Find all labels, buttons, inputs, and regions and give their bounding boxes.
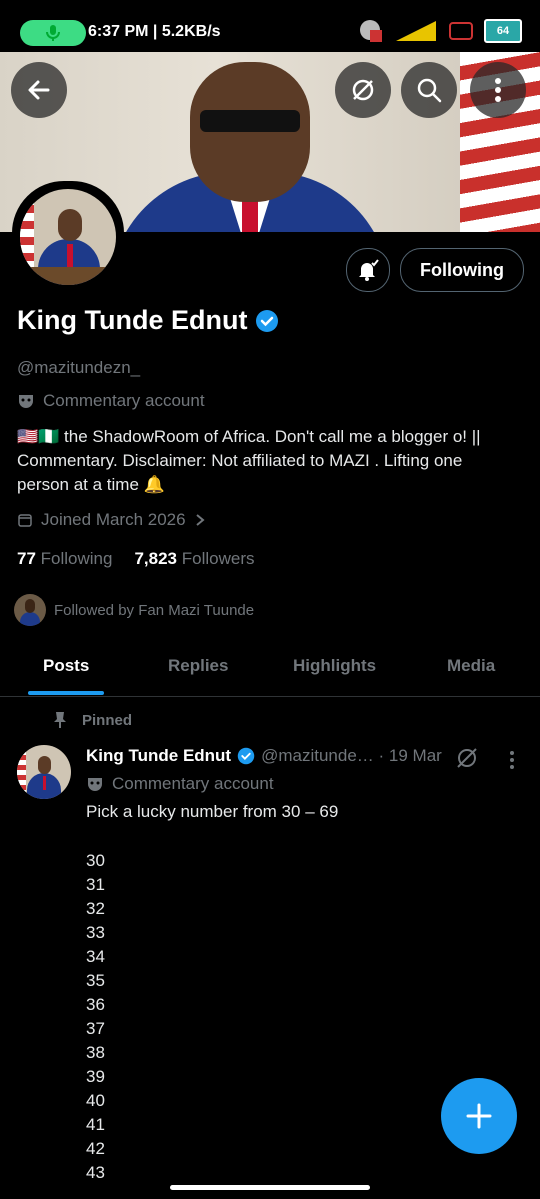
number-item: 42: [86, 1139, 105, 1158]
profile-bio: 🇺🇸🇳🇬 the ShadowRoom of Africa. Don't cal…: [17, 427, 481, 494]
number-item: 37: [86, 1019, 105, 1038]
more-options-button[interactable]: [470, 62, 526, 118]
mask-icon: [88, 778, 102, 791]
number-item: 40: [86, 1091, 105, 1110]
post-number-list: 30 31 32 33 34 35 36 37 38 39 40 41 42 4…: [86, 849, 105, 1185]
search-button[interactable]: [401, 62, 457, 118]
bell-check-icon: [359, 259, 379, 281]
verified-badge-icon[interactable]: [255, 309, 279, 333]
number-item: 43: [86, 1163, 105, 1182]
follower-avatar: [14, 594, 46, 626]
post-handle-date: @mazitunde… · 19 Mar: [261, 746, 442, 765]
number-item: 34: [86, 947, 105, 966]
status-time: 6:37 PM | 5.2KB/s: [88, 23, 221, 40]
back-button[interactable]: [11, 62, 67, 118]
arrow-left-icon: [28, 80, 50, 100]
active-tab-indicator: [28, 691, 104, 695]
grok-button[interactable]: [335, 62, 391, 118]
number-item: 30: [86, 851, 105, 870]
status-bar: 6:37 PM | 5.2KB/s 64: [0, 0, 540, 52]
following-count-link[interactable]: 77 Following: [17, 549, 112, 569]
followed-by[interactable]: Followed by Fan Mazi Tuunde: [14, 594, 254, 626]
notifications-button[interactable]: [346, 248, 390, 292]
following-button[interactable]: Following: [400, 248, 524, 292]
tab-media[interactable]: Media: [447, 656, 495, 676]
compose-button[interactable]: [441, 1078, 517, 1154]
number-item: 33: [86, 923, 105, 942]
post-author-name[interactable]: King Tunde Ednut: [86, 746, 231, 766]
post-label-text: Commentary account: [112, 774, 274, 793]
mic-indicator: [20, 20, 86, 46]
tab-posts[interactable]: Posts: [43, 656, 89, 676]
number-item: 38: [86, 1043, 105, 1062]
follow-counts: 77 Following 7,823 Followers: [17, 549, 255, 569]
pinned-indicator: Pinned: [52, 711, 132, 729]
number-item: 41: [86, 1115, 105, 1134]
post-text: Pick a lucky number from 30 – 69: [86, 802, 339, 821]
post-more-icon[interactable]: [508, 750, 516, 770]
account-label: Commentary account: [17, 391, 205, 411]
profile-name: King Tunde Ednut: [17, 305, 279, 336]
more-vertical-icon: [495, 78, 501, 102]
post-header: King Tunde Ednut @mazitunde… · 19 Mar: [86, 746, 442, 766]
number-item: 36: [86, 995, 105, 1014]
microphone-icon: [46, 25, 60, 41]
number-item: 31: [86, 875, 105, 894]
search-icon: [417, 78, 442, 103]
verified-badge-icon: [237, 747, 255, 765]
signal-icon: [396, 21, 436, 41]
profile-name-text: King Tunde Ednut: [17, 305, 248, 335]
wifi-icon: [449, 22, 473, 40]
account-label-text: Commentary account: [43, 391, 205, 410]
number-item: 32: [86, 899, 105, 918]
followed-by-text: Followed by Fan Mazi Tuunde: [54, 601, 255, 619]
grok-icon[interactable]: [455, 746, 479, 770]
joined-date[interactable]: Joined March 2026: [17, 510, 206, 530]
plus-icon: [466, 1103, 492, 1129]
tab-replies[interactable]: Replies: [168, 656, 228, 676]
number-item: 39: [86, 1067, 105, 1086]
mask-icon: [19, 395, 33, 408]
profile-handle: @mazitundezn_: [17, 358, 141, 377]
home-indicator[interactable]: [170, 1185, 370, 1190]
followers-count-link[interactable]: 7,823 Followers: [134, 549, 254, 569]
battery-indicator: 64: [484, 19, 522, 43]
profile-avatar[interactable]: [12, 181, 124, 293]
grok-icon: [352, 79, 374, 101]
calendar-icon: [18, 514, 32, 527]
pin-icon: [54, 712, 66, 728]
post-account-label: Commentary account: [86, 774, 274, 794]
tab-highlights[interactable]: Highlights: [293, 656, 376, 676]
pinned-label: Pinned: [82, 711, 133, 729]
vpn-icon: [360, 20, 382, 42]
profile-tabs: Posts Replies Highlights Media: [0, 646, 540, 697]
chevron-right-icon: [195, 514, 205, 526]
number-item: 35: [86, 971, 105, 990]
joined-text: Joined March 2026: [41, 510, 186, 529]
post-avatar[interactable]: [17, 745, 71, 799]
